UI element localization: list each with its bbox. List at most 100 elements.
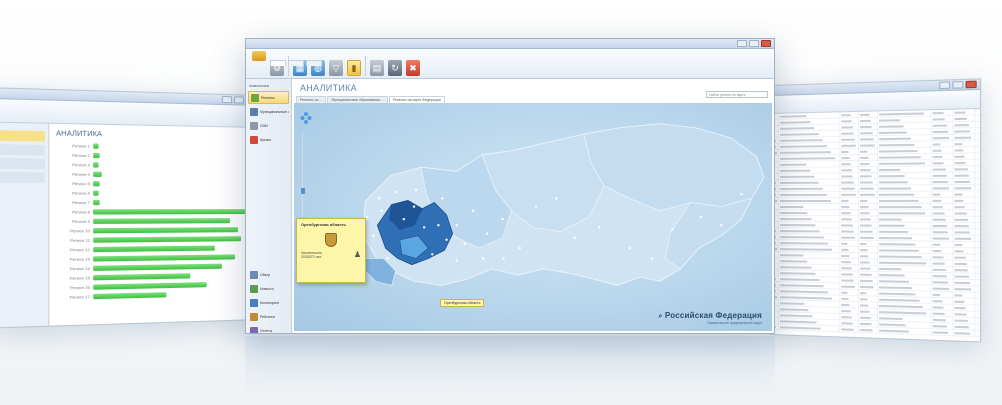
left-sidebar-item[interactable]	[0, 130, 45, 142]
left-main: АНАЛИТИКА Регион 1 Регион 2 Регион 3 Регион…	[49, 124, 259, 326]
city-marker[interactable]	[628, 246, 631, 250]
bar-row: Регион 6	[56, 189, 253, 197]
document-tab[interactable]: Муниципальные образования ...	[327, 96, 388, 103]
bar-label: Регион 13	[69, 256, 90, 262]
bar-row: Регион 9	[56, 217, 253, 225]
city-marker[interactable]	[699, 215, 703, 219]
city-marker[interactable]	[394, 190, 397, 194]
zoom-slider-handle[interactable]	[301, 188, 305, 194]
bar-label: Регион 17	[69, 294, 90, 300]
bar-row: Регион 4	[56, 170, 253, 179]
city-marker[interactable]	[740, 192, 743, 196]
main-content: АНАЛИТИКА Регионы по ... Муниципальные об…	[292, 79, 774, 333]
main-sidebar: Аналитика Регионы Муниципальные образован…	[246, 79, 292, 333]
city-marker[interactable]	[463, 242, 467, 246]
sidebar-item[interactable]: СМИ	[248, 119, 289, 132]
minimize-button[interactable]	[221, 95, 233, 104]
close-button[interactable]	[761, 40, 771, 47]
app-menu-button[interactable]	[252, 51, 266, 61]
sidebar-item[interactable]: Муниципальные образования	[248, 105, 289, 118]
city-marker[interactable]	[402, 217, 406, 221]
city-marker[interactable]	[422, 226, 426, 229]
bar-label: Регион 10	[69, 228, 90, 234]
bar-label: Регион 9	[72, 218, 90, 225]
city-marker[interactable]	[431, 253, 434, 256]
city-marker[interactable]	[441, 197, 444, 200]
city-marker[interactable]	[502, 257, 505, 260]
bar-row: Регион 10	[56, 226, 253, 235]
maximize-button[interactable]	[749, 40, 759, 47]
city-marker[interactable]	[501, 217, 504, 221]
sidebar-item-label: Рейтинги	[260, 314, 275, 319]
window-reflection	[245, 336, 775, 396]
minimize-button[interactable]	[737, 40, 747, 47]
city-marker[interactable]	[650, 257, 654, 260]
city-marker[interactable]	[366, 215, 369, 219]
city-marker[interactable]	[534, 205, 538, 208]
city-marker[interactable]	[372, 234, 375, 237]
city-marker[interactable]	[471, 209, 475, 213]
sidebar-item[interactable]: Рейтинги	[248, 310, 289, 323]
bar-label: Регион 4	[72, 171, 90, 177]
city-marker[interactable]	[437, 224, 440, 227]
monitor-icon	[250, 298, 258, 307]
print-button[interactable]: ▤	[370, 60, 384, 76]
city-marker[interactable]	[412, 205, 416, 208]
filter-button[interactable]: ▽	[329, 60, 343, 76]
buildings-icon	[250, 107, 258, 116]
globe-icon	[251, 93, 259, 102]
bar	[93, 181, 100, 187]
city-marker[interactable]	[486, 232, 489, 235]
city-marker[interactable]	[481, 257, 485, 260]
right-table	[770, 109, 981, 338]
sidebar-item[interactable]: Регионы	[248, 91, 289, 104]
chart-button[interactable]: ▮	[347, 60, 361, 76]
left-sidebar-item[interactable]	[0, 158, 45, 170]
maximize-button[interactable]	[234, 96, 245, 104]
bar-label: Регион 14	[69, 265, 90, 272]
document-tab[interactable]: Регионы по ...	[296, 96, 327, 103]
sidebar-item[interactable]: Новости	[248, 282, 289, 295]
ribbon-tab[interactable]	[306, 60, 322, 66]
left-sidebar-item[interactable]	[0, 144, 45, 156]
city-marker[interactable]	[378, 197, 381, 200]
sidebar-item[interactable]: Кризис	[248, 133, 289, 146]
sidebar-item[interactable]: Отчёты	[248, 324, 289, 333]
left-sidebar-item[interactable]	[0, 171, 45, 183]
bar-label: Регион 11	[70, 237, 90, 243]
bar-label: Регион 7	[72, 199, 90, 206]
city-marker[interactable]	[455, 259, 458, 262]
city-marker[interactable]	[414, 188, 418, 192]
exit-button[interactable]: ✖	[406, 60, 420, 76]
sidebar-item[interactable]: Обзор	[248, 268, 289, 281]
city-marker[interactable]	[597, 226, 601, 229]
ribbon-tab[interactable]	[288, 60, 304, 66]
city-marker[interactable]	[555, 197, 558, 200]
ribbon-tab[interactable]	[270, 60, 286, 66]
city-marker[interactable]	[380, 209, 383, 213]
map-view[interactable]: Оренбургская область Численность 2033072…	[294, 103, 772, 331]
city-marker[interactable]	[573, 236, 576, 239]
city-marker[interactable]	[719, 224, 723, 227]
sidebar-item[interactable]: Мониторинг	[248, 296, 289, 309]
region-search-input[interactable]: Найти регион по карте	[706, 91, 768, 98]
russia-map[interactable]	[294, 103, 772, 331]
city-marker[interactable]	[445, 238, 448, 242]
maximize-button[interactable]	[952, 81, 964, 89]
refresh-button[interactable]: ↻	[388, 60, 402, 76]
city-marker[interactable]	[455, 224, 458, 227]
pan-control-icon[interactable]	[300, 111, 312, 125]
minimize-button[interactable]	[939, 81, 951, 90]
ribbon-separator	[365, 56, 366, 76]
close-button[interactable]	[965, 80, 977, 89]
main-titlebar	[246, 39, 774, 49]
bar-row: Регион 2	[56, 151, 253, 161]
city-marker[interactable]	[518, 246, 521, 250]
bar-label: Регион 2	[72, 152, 90, 159]
document-tab[interactable]: Регионы на карте Федерации	[388, 96, 445, 103]
print-icon: ▤	[372, 62, 382, 73]
city-marker[interactable]	[386, 257, 389, 260]
sidebar-item-label: Муниципальные образования	[260, 109, 289, 114]
report-icon	[250, 326, 258, 333]
city-marker[interactable]	[671, 228, 674, 231]
